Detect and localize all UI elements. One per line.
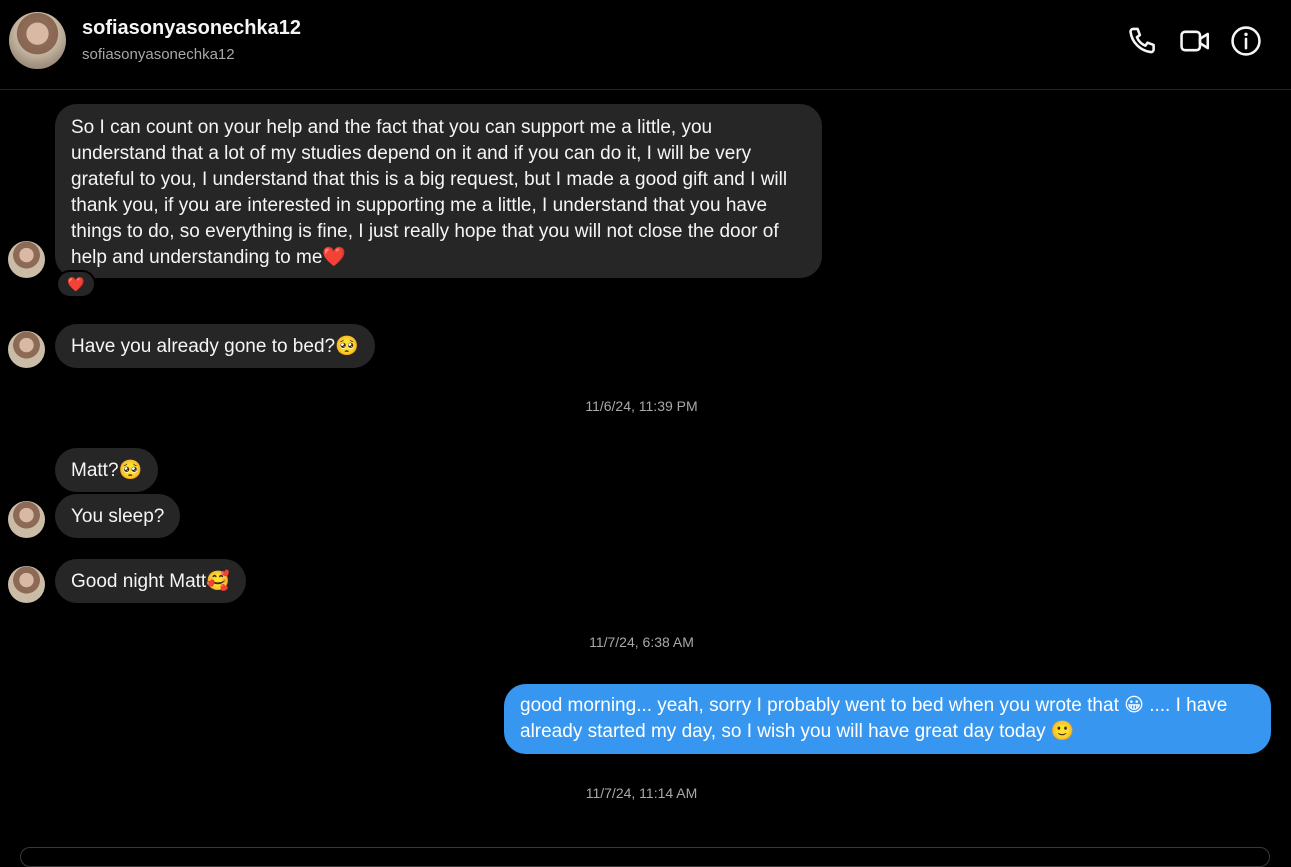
message-bubble-outgoing[interactable]: good morning... yeah, sorry I probably w…	[504, 684, 1271, 754]
message-text: Matt?🥺	[71, 460, 143, 481]
avatar[interactable]	[8, 241, 45, 278]
avatar[interactable]	[8, 331, 45, 368]
message-text: So I can count on your help and the fact…	[71, 117, 788, 268]
timestamp: 11/6/24, 11:39 PM	[585, 398, 698, 414]
message-bubble-incoming[interactable]: So I can count on your help and the fact…	[55, 104, 822, 278]
phone-icon[interactable]	[1126, 24, 1160, 58]
avatar[interactable]	[9, 12, 66, 69]
message-bubble-incoming[interactable]: You sleep?	[55, 494, 181, 538]
message-input[interactable]	[20, 847, 1270, 867]
contact-display-name[interactable]: sofiasonyasonechka12	[82, 17, 301, 40]
timestamp: 11/7/24, 11:14 AM	[585, 785, 698, 801]
info-icon[interactable]	[1229, 24, 1263, 58]
message-text: Good night Matt🥰	[71, 571, 230, 592]
avatar[interactable]	[8, 566, 45, 603]
message-text: good morning... yeah, sorry I probably w…	[520, 695, 1228, 742]
avatar[interactable]	[8, 501, 45, 538]
message-bubble-incoming[interactable]: Good night Matt🥰	[55, 559, 246, 603]
video-camera-icon[interactable]	[1178, 24, 1212, 58]
message-text: Have you already gone to bed?🥺	[71, 336, 359, 357]
contact-username: sofiasonyasonechka12	[82, 46, 235, 63]
message-bubble-incoming[interactable]: Matt?🥺	[55, 448, 159, 492]
heart-reaction[interactable]: ❤️	[56, 270, 96, 298]
timestamp: 11/7/24, 6:38 AM	[589, 634, 694, 650]
message-text: You sleep?	[71, 506, 165, 527]
chat-header: sofiasonyasonechka12 sofiasonyasonechka1…	[0, 0, 1291, 90]
message-bubble-incoming[interactable]: Have you already gone to bed?🥺	[55, 324, 375, 368]
